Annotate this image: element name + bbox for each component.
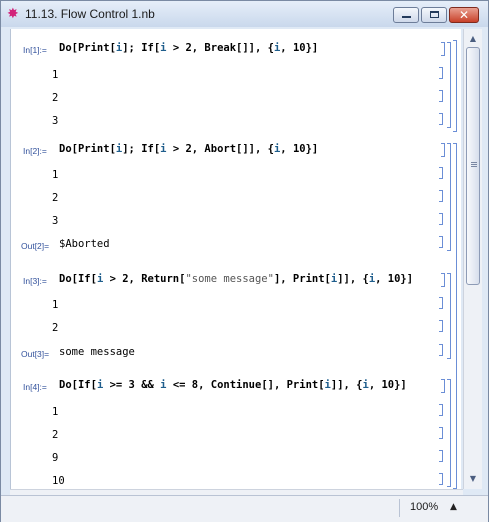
cell-bracket[interactable] <box>439 297 443 309</box>
zoom-level: 100% <box>410 501 439 513</box>
notebook-window: ✸ 11.13. Flow Control 1.nb ✕ In[1]:= Do[… <box>0 0 489 522</box>
cell-bracket[interactable] <box>439 236 443 248</box>
cell-group-bracket[interactable] <box>447 143 451 251</box>
notebook-content[interactable]: In[1]:= Do[Print[i]; If[i > 2, Break[]],… <box>10 29 461 489</box>
input-label: In[2]:= <box>23 146 47 156</box>
cell-bracket[interactable] <box>439 320 443 332</box>
input-label: In[4]:= <box>23 382 47 392</box>
window-title: 11.13. Flow Control 1.nb <box>25 7 155 21</box>
minimize-button[interactable] <box>393 7 419 23</box>
input-label: In[1]:= <box>23 45 47 55</box>
close-button[interactable]: ✕ <box>449 7 479 23</box>
cell-bracket[interactable] <box>439 473 443 485</box>
print-output: 1 <box>52 406 59 418</box>
input-code[interactable]: Do[If[i > 2, Return["some message"], Pri… <box>59 273 413 285</box>
cell-bracket[interactable] <box>439 190 443 202</box>
maximize-icon <box>430 11 439 18</box>
maximize-button[interactable] <box>421 7 447 23</box>
cell-bracket[interactable] <box>439 90 443 102</box>
print-output: 2 <box>52 92 59 104</box>
scroll-up-icon[interactable]: ▲ <box>466 31 480 47</box>
cell-group-bracket[interactable] <box>447 273 451 359</box>
grip-icon <box>471 162 477 163</box>
cell-bracket[interactable] <box>439 213 443 225</box>
print-output: 9 <box>52 452 59 464</box>
scroll-thumb[interactable] <box>466 47 480 285</box>
scroll-down-icon[interactable]: ▼ <box>466 471 480 487</box>
cell-bracket[interactable] <box>439 167 443 179</box>
cell-bracket[interactable] <box>441 379 445 393</box>
output-label: Out[3]= <box>21 349 50 359</box>
print-output: 3 <box>52 215 59 227</box>
print-output: 2 <box>52 429 59 441</box>
input-code[interactable]: Do[Print[i]; If[i > 2, Abort[]], {i, 10}… <box>59 143 318 155</box>
chevron-up-icon[interactable]: ▲ <box>450 502 457 512</box>
cell-bracket[interactable] <box>439 404 443 416</box>
section-bracket[interactable] <box>453 40 457 132</box>
cell-bracket[interactable] <box>439 427 443 439</box>
print-output: 1 <box>52 69 59 81</box>
output-result: some message <box>59 346 135 358</box>
cell-bracket[interactable] <box>439 344 443 356</box>
cell-group-bracket[interactable] <box>447 42 451 128</box>
section-bracket[interactable] <box>453 143 457 489</box>
input-label: In[3]:= <box>23 276 47 286</box>
print-output: 1 <box>52 299 59 311</box>
mathematica-spikey-icon: ✸ <box>7 6 19 22</box>
minimize-icon <box>402 16 411 18</box>
print-output: 3 <box>52 115 59 127</box>
output-label: Out[2]= <box>21 241 50 251</box>
status-bar: 100% ▲ <box>1 495 488 522</box>
cell-group-bracket[interactable] <box>447 379 451 487</box>
output-result: $Aborted <box>59 238 110 250</box>
title-bar[interactable]: ✸ 11.13. Flow Control 1.nb ✕ <box>1 1 488 27</box>
print-output: 2 <box>52 322 59 334</box>
cell-bracket[interactable] <box>441 143 445 157</box>
print-output: 10 <box>52 475 65 487</box>
cell-bracket[interactable] <box>439 67 443 79</box>
cell-bracket[interactable] <box>439 450 443 462</box>
cell-bracket[interactable] <box>441 273 445 287</box>
zoom-control[interactable]: 100% ▲ <box>399 499 468 517</box>
close-icon: ✕ <box>458 8 470 22</box>
cell-bracket[interactable] <box>439 113 443 125</box>
print-output: 2 <box>52 192 59 204</box>
cell-bracket[interactable] <box>441 42 445 56</box>
vertical-scrollbar[interactable]: ▲ ▼ <box>463 29 482 489</box>
input-code[interactable]: Do[If[i >= 3 && i <= 8, Continue[], Prin… <box>59 379 407 391</box>
print-output: 1 <box>52 169 59 181</box>
input-code[interactable]: Do[Print[i]; If[i > 2, Break[]], {i, 10}… <box>59 42 318 54</box>
